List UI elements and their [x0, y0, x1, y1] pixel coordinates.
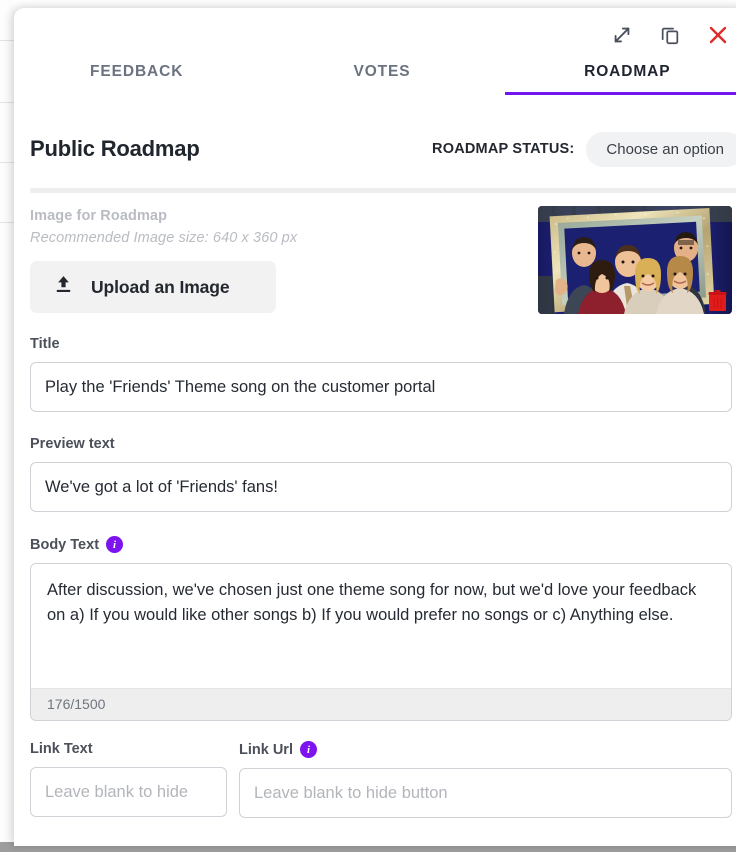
title-input[interactable] [30, 362, 732, 412]
link-text-label-text: Link Text [30, 741, 93, 757]
modal-content: Image for Roadmap Recommended Image size… [14, 196, 736, 846]
tab-votes[interactable]: VOTES [259, 56, 504, 95]
roadmap-status-label: ROADMAP STATUS: [432, 141, 575, 157]
body-field-label: Body Text i [30, 536, 732, 553]
link-url-input[interactable] [239, 768, 732, 818]
upload-image-button[interactable]: Upload an Image [30, 261, 276, 313]
body-label-text: Body Text [30, 536, 100, 553]
character-counter: 176/1500 [31, 688, 731, 720]
upload-image-label: Upload an Image [91, 276, 230, 297]
link-url-label: Link Url i [239, 741, 732, 758]
tab-roadmap[interactable]: ROADMAP [504, 56, 736, 95]
expand-icon[interactable] [609, 22, 635, 48]
preview-label-text: Preview text [30, 436, 115, 452]
preview-field-label: Preview text [30, 436, 732, 452]
duplicate-icon[interactable] [657, 22, 683, 48]
delete-image-icon[interactable] [708, 290, 727, 312]
link-row: Link Text Link Url i [14, 741, 736, 818]
link-url-label-text: Link Url [239, 741, 293, 758]
roadmap-modal: FEEDBACK VOTES ROADMAP Public Roadmap RO… [14, 8, 736, 846]
title-field-label: Title [30, 336, 732, 352]
roadmap-status-group: ROADMAP STATUS: Choose an option [432, 131, 736, 167]
link-text-input[interactable] [30, 767, 227, 817]
link-url-group: Link Url i [239, 741, 732, 818]
close-icon[interactable] [705, 22, 731, 48]
roadmap-image-thumbnail[interactable] [538, 206, 732, 314]
link-text-label: Link Text [30, 741, 227, 757]
tab-feedback[interactable]: FEEDBACK [14, 56, 259, 95]
friends-photo [538, 206, 732, 314]
body-textarea-wrap: 176/1500 [30, 563, 732, 721]
body-textarea[interactable] [31, 564, 731, 683]
page-title: Public Roadmap [30, 136, 200, 161]
info-icon[interactable]: i [106, 536, 124, 553]
preview-field-group: Preview text [14, 436, 736, 512]
link-text-group: Link Text [30, 741, 227, 818]
title-field-group: Title [14, 336, 736, 412]
roadmap-status-select[interactable]: Choose an option [586, 131, 736, 167]
tab-bar: FEEDBACK VOTES ROADMAP [14, 56, 736, 100]
header-divider [30, 188, 736, 193]
body-field-group: Body Text i 176/1500 [14, 536, 736, 721]
upload-icon [52, 273, 75, 301]
info-icon[interactable]: i [299, 741, 317, 758]
title-row: Public Roadmap ROADMAP STATUS: Choose an… [14, 118, 736, 180]
preview-text-input[interactable] [30, 462, 732, 512]
background-left-edge [0, 0, 14, 852]
window-controls [609, 22, 731, 48]
title-label-text: Title [30, 336, 60, 352]
image-section: Image for Roadmap Recommended Image size… [14, 196, 736, 316]
